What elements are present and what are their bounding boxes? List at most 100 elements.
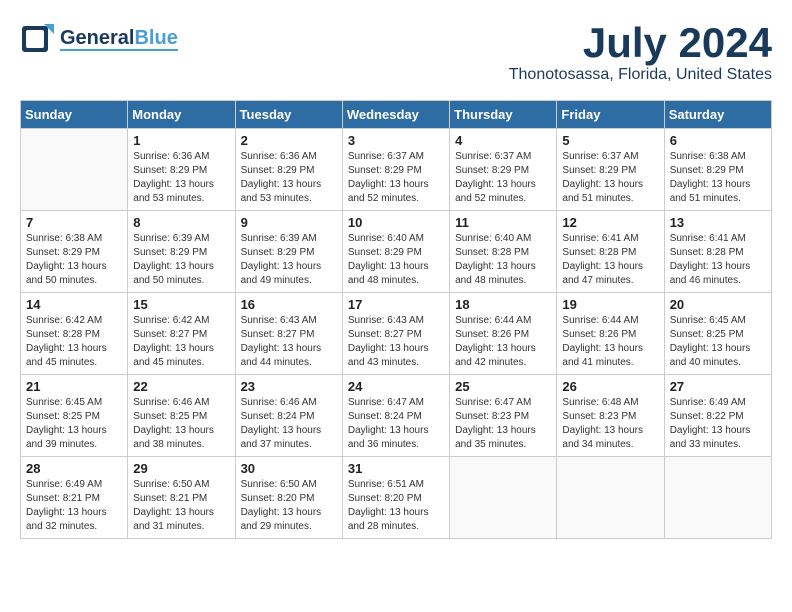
calendar-day-cell: 6 Sunrise: 6:38 AM Sunset: 8:29 PM Daylig… xyxy=(664,129,771,211)
calendar-day-cell: 9 Sunrise: 6:39 AM Sunset: 8:29 PM Daylig… xyxy=(235,211,342,293)
day-number: 22 xyxy=(133,379,229,394)
title-block: July 2024 Thonotosassa, Florida, United … xyxy=(509,20,772,84)
calendar-day-cell: 17Sunrise: 6:43 AM Sunset: 8:27 PM Dayli… xyxy=(342,293,449,375)
day-number: 20 xyxy=(670,297,766,312)
day-number: 16 xyxy=(241,297,337,312)
day-number: 23 xyxy=(241,379,337,394)
calendar-day-cell xyxy=(21,129,128,211)
day-number: 4 xyxy=(455,133,551,148)
day-of-week-header: Sunday xyxy=(21,101,128,129)
day-of-week-header: Wednesday xyxy=(342,101,449,129)
calendar-header-row: SundayMondayTuesdayWednesdayThursdayFrid… xyxy=(21,101,772,129)
calendar-day-cell: 2Sunrise: 6:36 AM Sunset: 8:29 PM Daylig… xyxy=(235,129,342,211)
calendar-day-cell: 27 Sunrise: 6:49 AM Sunset: 8:22 PM Dayli… xyxy=(664,375,771,457)
calendar-week-row: 14 Sunrise: 6:42 AM Sunset: 8:28 PM Dayli… xyxy=(21,293,772,375)
calendar-day-cell: 12 Sunrise: 6:41 AM Sunset: 8:28 PM Dayli… xyxy=(557,211,664,293)
calendar-week-row: 1 Sunrise: 6:36 AM Sunset: 8:29 PM Daylig… xyxy=(21,129,772,211)
calendar-day-cell: 14 Sunrise: 6:42 AM Sunset: 8:28 PM Dayli… xyxy=(21,293,128,375)
calendar-week-row: 28 Sunrise: 6:49 AM Sunset: 8:21 PM Dayli… xyxy=(21,457,772,539)
calendar-table: SundayMondayTuesdayWednesdayThursdayFrid… xyxy=(20,100,772,539)
location-subtitle: Thonotosassa, Florida, United States xyxy=(509,66,772,84)
calendar-day-cell: 18Sunrise: 6:44 AM Sunset: 8:26 PM Dayli… xyxy=(450,293,557,375)
calendar-day-cell: 3 Sunrise: 6:37 AM Sunset: 8:29 PM Daylig… xyxy=(342,129,449,211)
logo-blue: Blue xyxy=(134,27,177,49)
calendar-day-cell: 13Sunrise: 6:41 AM Sunset: 8:28 PM Dayli… xyxy=(664,211,771,293)
day-info: Sunrise: 6:43 AM Sunset: 8:27 PM Dayligh… xyxy=(348,314,444,370)
day-number: 6 xyxy=(670,133,766,148)
calendar-day-cell: 25Sunrise: 6:47 AM Sunset: 8:23 PM Dayli… xyxy=(450,375,557,457)
day-of-week-header: Thursday xyxy=(450,101,557,129)
day-number: 14 xyxy=(26,297,122,312)
day-info: Sunrise: 6:36 AM Sunset: 8:29 PM Dayligh… xyxy=(133,150,229,206)
day-number: 1 xyxy=(133,133,229,148)
calendar-week-row: 21Sunrise: 6:45 AM Sunset: 8:25 PM Dayli… xyxy=(21,375,772,457)
calendar-day-cell: 7Sunrise: 6:38 AM Sunset: 8:29 PM Daylig… xyxy=(21,211,128,293)
calendar-day-cell: 20 Sunrise: 6:45 AM Sunset: 8:25 PM Dayli… xyxy=(664,293,771,375)
logo-general: General xyxy=(60,27,134,49)
day-info: Sunrise: 6:37 AM Sunset: 8:29 PM Dayligh… xyxy=(455,150,551,206)
calendar-day-cell xyxy=(664,457,771,539)
day-info: Sunrise: 6:44 AM Sunset: 8:26 PM Dayligh… xyxy=(562,314,658,370)
calendar-day-cell: 22 Sunrise: 6:46 AM Sunset: 8:25 PM Dayli… xyxy=(128,375,235,457)
day-info: Sunrise: 6:38 AM Sunset: 8:29 PM Dayligh… xyxy=(26,232,122,288)
calendar-day-cell xyxy=(557,457,664,539)
day-info: Sunrise: 6:42 AM Sunset: 8:28 PM Dayligh… xyxy=(26,314,122,370)
calendar-day-cell: 19Sunrise: 6:44 AM Sunset: 8:26 PM Dayli… xyxy=(557,293,664,375)
calendar-day-cell: 11Sunrise: 6:40 AM Sunset: 8:28 PM Dayli… xyxy=(450,211,557,293)
day-info: Sunrise: 6:42 AM Sunset: 8:27 PM Dayligh… xyxy=(133,314,229,370)
calendar-day-cell: 23 Sunrise: 6:46 AM Sunset: 8:24 PM Dayli… xyxy=(235,375,342,457)
day-of-week-header: Saturday xyxy=(664,101,771,129)
day-info: Sunrise: 6:44 AM Sunset: 8:26 PM Dayligh… xyxy=(455,314,551,370)
day-info: Sunrise: 6:47 AM Sunset: 8:24 PM Dayligh… xyxy=(348,396,444,452)
day-info: Sunrise: 6:37 AM Sunset: 8:29 PM Dayligh… xyxy=(562,150,658,206)
day-number: 28 xyxy=(26,461,122,476)
calendar-day-cell: 24 Sunrise: 6:47 AM Sunset: 8:24 PM Dayli… xyxy=(342,375,449,457)
calendar-day-cell: 29Sunrise: 6:50 AM Sunset: 8:21 PM Dayli… xyxy=(128,457,235,539)
calendar-day-cell xyxy=(450,457,557,539)
day-number: 12 xyxy=(562,215,658,230)
day-number: 26 xyxy=(562,379,658,394)
calendar-day-cell: 31 Sunrise: 6:51 AM Sunset: 8:20 PM Dayli… xyxy=(342,457,449,539)
day-info: Sunrise: 6:37 AM Sunset: 8:29 PM Dayligh… xyxy=(348,150,444,206)
calendar-week-row: 7Sunrise: 6:38 AM Sunset: 8:29 PM Daylig… xyxy=(21,211,772,293)
day-info: Sunrise: 6:40 AM Sunset: 8:29 PM Dayligh… xyxy=(348,232,444,288)
day-number: 9 xyxy=(241,215,337,230)
day-of-week-header: Friday xyxy=(557,101,664,129)
day-info: Sunrise: 6:38 AM Sunset: 8:29 PM Dayligh… xyxy=(670,150,766,206)
calendar-day-cell: 10 Sunrise: 6:40 AM Sunset: 8:29 PM Dayli… xyxy=(342,211,449,293)
calendar-day-cell: 15 Sunrise: 6:42 AM Sunset: 8:27 PM Dayli… xyxy=(128,293,235,375)
calendar-day-cell: 1 Sunrise: 6:36 AM Sunset: 8:29 PM Daylig… xyxy=(128,129,235,211)
logo: GeneralBlue xyxy=(20,20,178,58)
day-info: Sunrise: 6:49 AM Sunset: 8:22 PM Dayligh… xyxy=(670,396,766,452)
day-number: 27 xyxy=(670,379,766,394)
day-of-week-header: Monday xyxy=(128,101,235,129)
day-info: Sunrise: 6:48 AM Sunset: 8:23 PM Dayligh… xyxy=(562,396,658,452)
day-info: Sunrise: 6:47 AM Sunset: 8:23 PM Dayligh… xyxy=(455,396,551,452)
day-info: Sunrise: 6:45 AM Sunset: 8:25 PM Dayligh… xyxy=(670,314,766,370)
calendar-day-cell: 21Sunrise: 6:45 AM Sunset: 8:25 PM Dayli… xyxy=(21,375,128,457)
day-info: Sunrise: 6:46 AM Sunset: 8:25 PM Dayligh… xyxy=(133,396,229,452)
day-info: Sunrise: 6:50 AM Sunset: 8:21 PM Dayligh… xyxy=(133,478,229,534)
day-number: 10 xyxy=(348,215,444,230)
day-number: 31 xyxy=(348,461,444,476)
day-info: Sunrise: 6:39 AM Sunset: 8:29 PM Dayligh… xyxy=(241,232,337,288)
day-info: Sunrise: 6:46 AM Sunset: 8:24 PM Dayligh… xyxy=(241,396,337,452)
day-info: Sunrise: 6:51 AM Sunset: 8:20 PM Dayligh… xyxy=(348,478,444,534)
day-number: 21 xyxy=(26,379,122,394)
day-info: Sunrise: 6:39 AM Sunset: 8:29 PM Dayligh… xyxy=(133,232,229,288)
calendar-day-cell: 26 Sunrise: 6:48 AM Sunset: 8:23 PM Dayli… xyxy=(557,375,664,457)
day-of-week-header: Tuesday xyxy=(235,101,342,129)
month-year-title: July 2024 xyxy=(509,20,772,66)
day-number: 15 xyxy=(133,297,229,312)
day-number: 3 xyxy=(348,133,444,148)
calendar-day-cell: 8 Sunrise: 6:39 AM Sunset: 8:29 PM Daylig… xyxy=(128,211,235,293)
day-number: 11 xyxy=(455,215,551,230)
day-number: 8 xyxy=(133,215,229,230)
day-number: 24 xyxy=(348,379,444,394)
day-number: 5 xyxy=(562,133,658,148)
calendar-day-cell: 30Sunrise: 6:50 AM Sunset: 8:20 PM Dayli… xyxy=(235,457,342,539)
day-number: 13 xyxy=(670,215,766,230)
day-info: Sunrise: 6:49 AM Sunset: 8:21 PM Dayligh… xyxy=(26,478,122,534)
calendar-day-cell: 4 Sunrise: 6:37 AM Sunset: 8:29 PM Daylig… xyxy=(450,129,557,211)
day-info: Sunrise: 6:41 AM Sunset: 8:28 PM Dayligh… xyxy=(562,232,658,288)
